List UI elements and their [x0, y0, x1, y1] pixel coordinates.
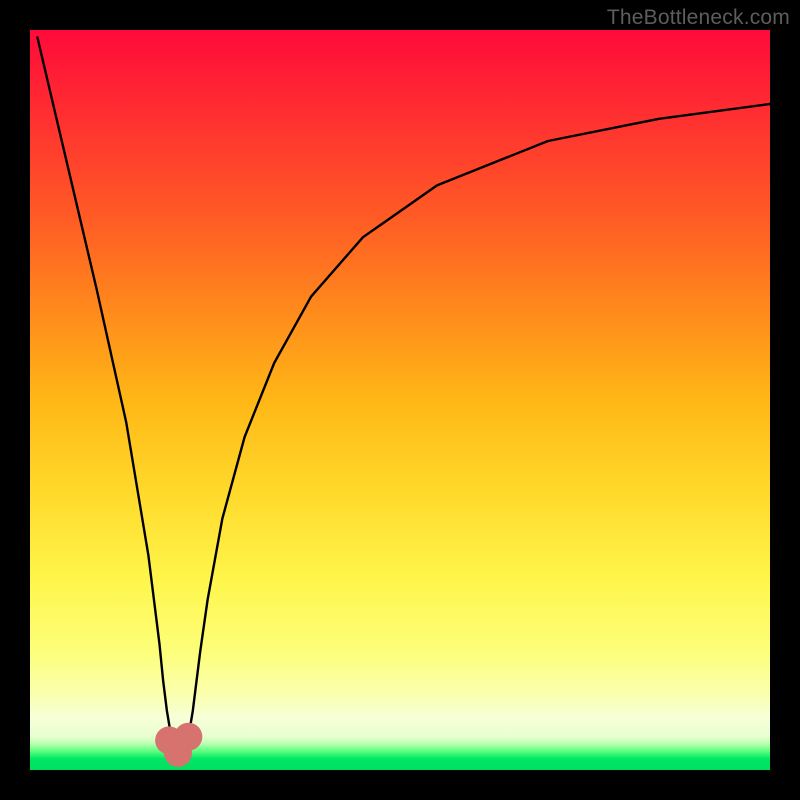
marker-high	[174, 723, 202, 751]
chart-frame: TheBottleneck.com	[0, 0, 800, 800]
watermark-text: TheBottleneck.com	[607, 6, 790, 30]
bottleneck-curve	[37, 37, 770, 753]
plot-area	[30, 30, 770, 770]
markers-group	[155, 723, 202, 767]
curve-svg	[30, 30, 770, 770]
